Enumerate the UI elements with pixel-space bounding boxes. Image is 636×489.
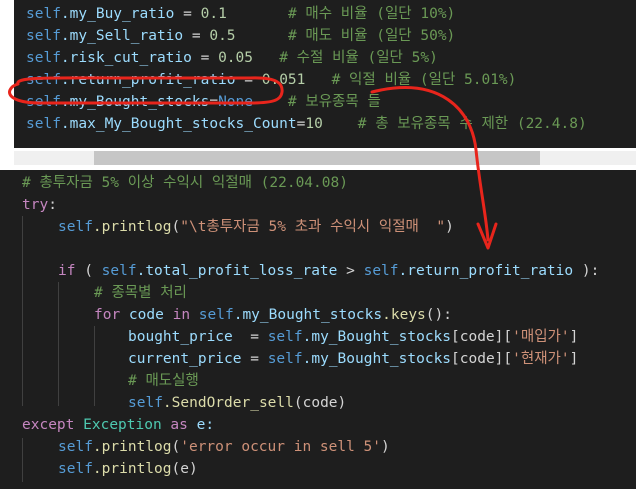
- code-line-buy-ratio: self.my_Buy_ratio = 0.1 # 매수 비율 (일단 10%): [26, 6, 456, 22]
- code-line-comment-per-stock: # 종목별 처리: [94, 285, 187, 301]
- code-line-send-order-sell: self.SendOrder_sell(code): [128, 395, 347, 411]
- code-line-try: try:: [22, 197, 57, 213]
- code-line-bought-stocks: self.my_Bought_stocks=None # 보유종목 들: [26, 94, 381, 110]
- bottom-code-panel: # 총투자금 5% 이상 수익시 익절매 (22.04.08) try: sel…: [0, 170, 636, 489]
- top-code-panel: self.my_Buy_ratio = 0.1 # 매수 비율 (일단 10%)…: [14, 0, 636, 148]
- code-line-comment-sell: # 매도실행: [128, 373, 199, 389]
- code-line-if-condition[interactable]: if ( self.total_profit_loss_rate > self.…: [58, 260, 599, 282]
- scrollbar-thumb[interactable]: [94, 151, 540, 165]
- indent-guide: [22, 438, 23, 482]
- code-line-for-loop: for code in self.my_Bought_stocks.keys()…: [94, 307, 452, 323]
- code-line-printlog-info: self.printlog("\t총투자금 5% 초과 수익시 익절매 "): [58, 219, 454, 235]
- code-line-current-price: current_price = self.my_Bought_stocks[co…: [128, 351, 579, 367]
- code-line-except: except Exception as e:: [22, 417, 215, 433]
- code-line-max-bought-count: self.max_My_Bought_stocks_Count=10 # 총 보…: [26, 116, 587, 132]
- code-line-sell-ratio: self.my_Sell_ratio = 0.5 # 매도 비율 (일단 50%…: [26, 28, 456, 44]
- code-line-printlog-e: self.printlog(e): [58, 461, 198, 477]
- code-line-return-profit-ratio[interactable]: self.return_profit_ratio = 0.051 # 익절 비율…: [26, 69, 516, 91]
- indent-guide: [22, 216, 23, 406]
- indent-guide: [94, 326, 95, 406]
- code-line-risk-cut-ratio: self.risk_cut_ratio = 0.05 # 수절 비율 (일단 5…: [26, 50, 438, 66]
- code-line-bought-price: bought_price = self.my_Bought_stocks[cod…: [128, 329, 579, 345]
- indent-guide: [58, 282, 59, 406]
- code-line-comment-header: # 총투자금 5% 이상 수익시 익절매 (22.04.08): [22, 175, 348, 191]
- code-line-printlog-error: self.printlog('error occur in sell 5'): [58, 439, 390, 455]
- horizontal-scrollbar[interactable]: [14, 148, 636, 170]
